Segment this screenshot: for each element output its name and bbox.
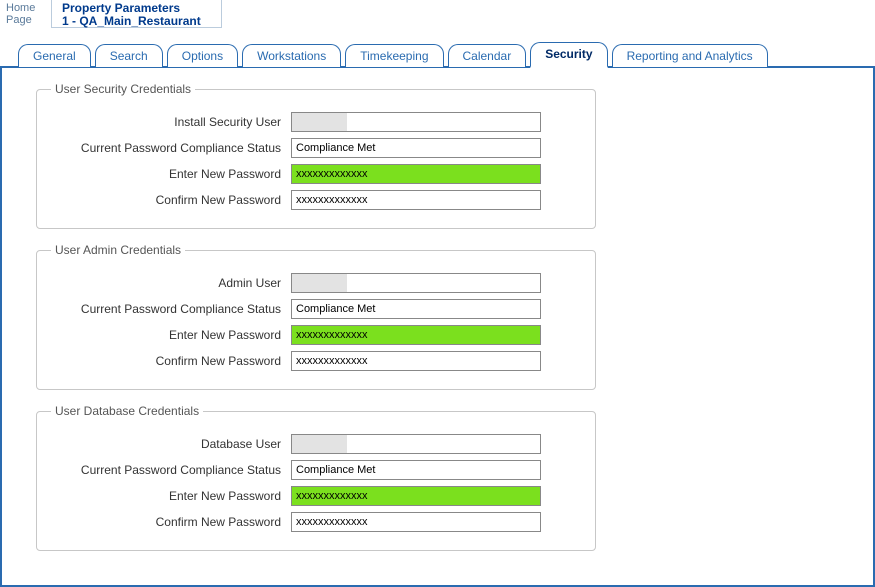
home-page-link[interactable]: Home Page <box>0 0 52 28</box>
admin-user-value <box>292 274 347 292</box>
tab-calendar[interactable]: Calendar <box>448 44 527 67</box>
install-user-field[interactable] <box>291 112 541 132</box>
install-user-value <box>292 113 347 131</box>
title-line2: 1 - QA_Main_Restaurant <box>62 15 211 28</box>
confirm-password-input[interactable] <box>291 512 541 532</box>
home-line2: Page <box>6 14 45 26</box>
tab-timekeeping[interactable]: Timekeeping <box>345 44 443 67</box>
compliance-status-field <box>291 299 541 319</box>
group-admin-credentials: User Admin Credentials Admin User Curren… <box>36 243 596 390</box>
tab-security[interactable]: Security <box>530 42 607 68</box>
confirm-pw-label: Confirm New Password <box>51 193 291 207</box>
new-pw-label: Enter New Password <box>51 489 291 503</box>
admin-user-label: Admin User <box>51 276 291 290</box>
group-database-credentials: User Database Credentials Database User … <box>36 404 596 551</box>
tab-workstations[interactable]: Workstations <box>242 44 341 67</box>
new-pw-label: Enter New Password <box>51 167 291 181</box>
admin-user-field[interactable] <box>291 273 541 293</box>
new-password-input[interactable] <box>291 164 541 184</box>
compliance-status-field <box>291 460 541 480</box>
confirm-pw-label: Confirm New Password <box>51 515 291 529</box>
database-user-field[interactable] <box>291 434 541 454</box>
group-legend: User Admin Credentials <box>51 243 185 257</box>
compliance-label: Current Password Compliance Status <box>51 463 291 477</box>
tab-search[interactable]: Search <box>95 44 163 67</box>
header-bar: Home Page Property Parameters 1 - QA_Mai… <box>0 0 875 28</box>
database-user-label: Database User <box>51 437 291 451</box>
compliance-status-field <box>291 138 541 158</box>
compliance-label: Current Password Compliance Status <box>51 302 291 316</box>
tab-options[interactable]: Options <box>167 44 238 67</box>
new-pw-label: Enter New Password <box>51 328 291 342</box>
confirm-password-input[interactable] <box>291 351 541 371</box>
confirm-password-input[interactable] <box>291 190 541 210</box>
tab-reporting[interactable]: Reporting and Analytics <box>612 44 768 67</box>
title-block: Property Parameters 1 - QA_Main_Restaura… <box>52 0 222 28</box>
install-user-label: Install Security User <box>51 115 291 129</box>
group-legend: User Database Credentials <box>51 404 203 418</box>
compliance-label: Current Password Compliance Status <box>51 141 291 155</box>
new-password-input[interactable] <box>291 325 541 345</box>
group-security-credentials: User Security Credentials Install Securi… <box>36 82 596 229</box>
new-password-input[interactable] <box>291 486 541 506</box>
database-user-value <box>292 435 347 453</box>
tab-general[interactable]: General <box>18 44 91 67</box>
home-line1: Home <box>6 2 45 14</box>
tab-content-security: User Security Credentials Install Securi… <box>0 68 875 587</box>
app-window: Home Page Property Parameters 1 - QA_Mai… <box>0 0 875 585</box>
group-legend: User Security Credentials <box>51 82 195 96</box>
confirm-pw-label: Confirm New Password <box>51 354 291 368</box>
tab-strip: General Search Options Workstations Time… <box>0 28 875 68</box>
